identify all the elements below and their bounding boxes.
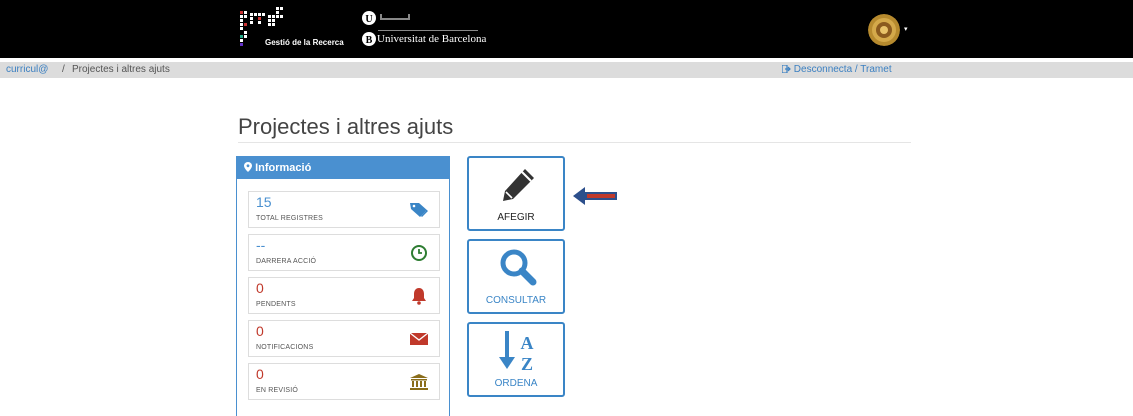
university-name: Universitat de Barcelona — [377, 33, 487, 45]
svg-text:A: A — [521, 333, 534, 353]
add-button-label: AFEGIR — [497, 212, 535, 223]
svg-text:Z: Z — [521, 354, 533, 373]
search-icon — [500, 249, 537, 286]
stat-pendents[interactable]: 0 PENDENTS — [248, 277, 440, 314]
clock-icon — [411, 245, 427, 261]
stat-value: -- — [256, 237, 266, 253]
stat-en-revisio[interactable]: 0 EN REVISIÓ — [248, 363, 440, 400]
stat-value: 0 — [256, 366, 264, 382]
svg-text:B: B — [366, 35, 373, 46]
breadcrumb: curricul@ / Projectes i altres ajuts Des… — [0, 62, 1133, 78]
svg-text:U: U — [365, 14, 372, 25]
logout-label: Desconnecta / Tramet — [793, 64, 892, 75]
envelope-icon — [409, 332, 429, 345]
sort-button-label: ORDENA — [494, 378, 538, 389]
stat-notificacions[interactable]: 0 NOTIFICACIONS — [248, 320, 440, 357]
search-button[interactable]: CONSULTAR — [467, 239, 565, 314]
breadcrumb-current: Projectes i altres ajuts — [72, 64, 170, 75]
user-menu-caret[interactable]: ▾ — [904, 25, 908, 33]
stat-label: TOTAL REGISTRES — [256, 215, 324, 222]
title-divider — [238, 142, 911, 143]
tags-icon — [410, 203, 428, 217]
top-bar: Gestió de la Recerca U B Universitat de … — [0, 0, 1133, 58]
stat-label: PENDENTS — [256, 301, 296, 308]
stat-label: DARRERA ACCIÓ — [256, 258, 317, 265]
logout-link[interactable]: Desconnecta / Tramet — [781, 64, 892, 75]
info-panel-title: Informació — [255, 162, 312, 174]
bank-icon — [410, 374, 428, 390]
add-button[interactable]: AFEGIR — [467, 156, 565, 231]
stat-darrera-accio[interactable]: -- DARRERA ACCIÓ — [248, 234, 440, 271]
sort-alpha-icon: A Z — [499, 331, 534, 373]
stat-value: 0 — [256, 280, 264, 296]
breadcrumb-root-link[interactable]: curricul@ — [6, 64, 48, 75]
info-panel-header: Informació — [237, 157, 449, 179]
stat-label: EN REVISIÓ — [256, 387, 299, 394]
map-marker-icon — [244, 162, 252, 172]
search-button-label: CONSULTAR — [485, 295, 547, 306]
info-panel: Informació 15 TOTAL REGISTRES -- DARRERA… — [236, 156, 450, 416]
breadcrumb-separator: / — [62, 64, 65, 75]
stat-value: 15 — [256, 194, 272, 210]
logout-icon — [781, 64, 791, 74]
stat-value: 0 — [256, 323, 264, 339]
stat-label: NOTIFICACIONS — [256, 344, 314, 351]
pointer-arrow-icon — [573, 187, 617, 205]
sort-button[interactable]: A Z ORDENA — [467, 322, 565, 397]
seal-icon — [868, 14, 900, 46]
stat-total-registres[interactable]: 15 TOTAL REGISTRES — [248, 191, 440, 228]
pencil-icon — [503, 169, 534, 201]
page-title: Projectes i altres ajuts — [238, 114, 454, 139]
app-subtitle: Gestió de la Recerca — [265, 38, 344, 47]
user-avatar[interactable] — [868, 14, 900, 46]
bell-icon — [412, 288, 426, 305]
